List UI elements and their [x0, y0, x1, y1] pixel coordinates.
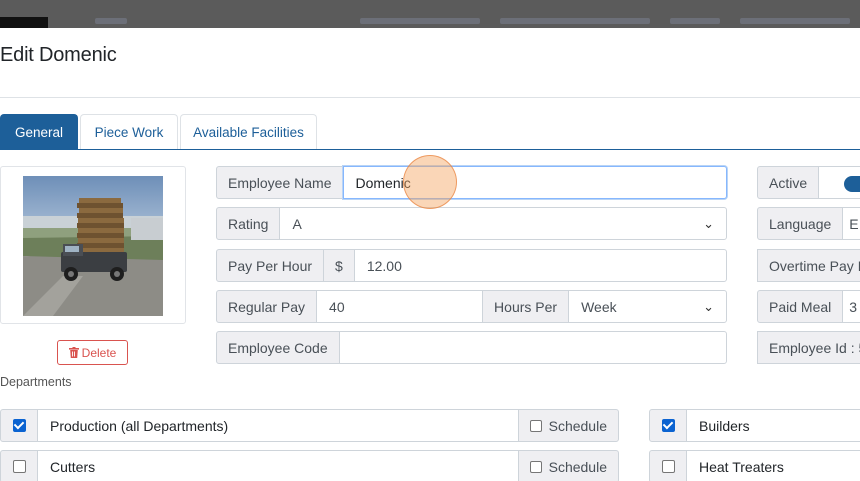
schedule-toggle[interactable]: Schedule: [517, 450, 619, 481]
background-app-header: [0, 0, 860, 28]
currency-symbol: $: [323, 249, 355, 282]
schedule-checkbox[interactable]: [529, 419, 542, 432]
tab-general[interactable]: General: [0, 114, 78, 150]
department-row: Production (all Departments) Schedule: [0, 409, 619, 442]
truck-photo-image: [23, 176, 163, 316]
department-name: Cutters: [37, 450, 519, 481]
rating-value: A: [292, 215, 302, 232]
regular-pay-label: Regular Pay: [216, 290, 318, 323]
schedule-label: Schedule: [548, 417, 607, 434]
modal-title: Edit Domenic: [0, 44, 117, 66]
background-nav-blur: [360, 18, 480, 24]
active-toggle-cell: [818, 166, 860, 199]
delete-button[interactable]: Delete: [57, 340, 128, 365]
department-checkbox-cell: [0, 409, 38, 442]
department-checkbox-cell: [649, 409, 687, 442]
regular-pay-group: Regular Pay 40 Hours Per Week ⌄: [216, 290, 727, 323]
background-nav-blur: [740, 18, 850, 24]
chevron-down-icon: ⌄: [703, 298, 714, 314]
employee-photo-card: [0, 166, 186, 324]
tab-divider: [0, 149, 860, 150]
employee-code-label: Employee Code: [216, 331, 340, 364]
department-checkbox-cell: [649, 450, 687, 481]
pay-per-hour-group: Pay Per Hour $ 12.00: [216, 249, 727, 282]
employee-id-label: Employee Id : 5: [757, 331, 860, 364]
language-group: Language E: [757, 207, 860, 240]
background-nav-blur: [670, 18, 720, 24]
schedule-label: Schedule: [548, 458, 607, 475]
pay-per-hour-input[interactable]: 12.00: [353, 249, 727, 282]
department-checkbox-cell: [0, 450, 38, 481]
department-row: Builders: [649, 409, 860, 442]
language-label: Language: [757, 207, 844, 240]
active-group: Active: [757, 166, 860, 199]
rating-select[interactable]: A ⌄: [279, 207, 727, 240]
department-checkbox[interactable]: [12, 460, 26, 473]
hours-per-select[interactable]: Week ⌄: [568, 290, 727, 323]
overtime-pay-label: Overtime Pay P: [757, 249, 860, 282]
department-name: Production (all Departments): [37, 409, 519, 442]
employee-id-group: Employee Id : 5: [757, 331, 860, 364]
employee-photo[interactable]: [23, 176, 163, 316]
delete-label: Delete: [81, 345, 117, 360]
active-toggle[interactable]: [844, 176, 860, 192]
overtime-group: Overtime Pay P: [757, 249, 860, 282]
schedule-checkbox[interactable]: [529, 460, 542, 473]
departments-heading: Departments: [0, 375, 72, 389]
department-name: Builders: [686, 409, 860, 442]
paid-meal-input[interactable]: 3: [842, 290, 860, 323]
pay-per-hour-label: Pay Per Hour: [216, 249, 325, 282]
paid-meal-label: Paid Meal: [757, 290, 844, 323]
background-logo: [0, 17, 48, 28]
department-row: Heat Treaters: [649, 450, 860, 481]
background-nav-blur: [95, 18, 127, 24]
employee-name-input[interactable]: Domenic: [342, 166, 727, 199]
department-checkbox[interactable]: [12, 419, 26, 432]
trash-icon: [68, 347, 79, 358]
background-nav-blur: [500, 18, 650, 24]
regular-pay-input[interactable]: 40: [316, 290, 484, 323]
department-checkbox[interactable]: [661, 419, 675, 432]
employee-name-label: Employee Name: [216, 166, 344, 199]
department-row: Cutters Schedule: [0, 450, 619, 481]
department-name: Heat Treaters: [686, 450, 860, 481]
schedule-toggle[interactable]: Schedule: [517, 409, 619, 442]
active-label: Active: [757, 166, 820, 199]
edit-employee-modal: Edit Domenic General Piece Work Availabl…: [0, 28, 860, 481]
employee-name-group: Employee Name Domenic: [216, 166, 727, 199]
language-select[interactable]: E: [842, 207, 860, 240]
title-divider: [0, 97, 860, 98]
chevron-down-icon: ⌄: [703, 215, 714, 231]
hours-per-value: Week: [581, 298, 617, 315]
tab-available-facilities[interactable]: Available Facilities: [180, 114, 317, 150]
rating-group: Rating A ⌄: [216, 207, 727, 240]
employee-code-group: Employee Code: [216, 331, 727, 364]
tab-piece-work[interactable]: Piece Work: [80, 114, 178, 150]
department-checkbox[interactable]: [661, 460, 675, 473]
employee-code-input[interactable]: [338, 331, 727, 364]
rating-label: Rating: [216, 207, 281, 240]
hours-per-label: Hours Per: [482, 290, 570, 323]
paid-meal-group: Paid Meal 3: [757, 290, 860, 323]
